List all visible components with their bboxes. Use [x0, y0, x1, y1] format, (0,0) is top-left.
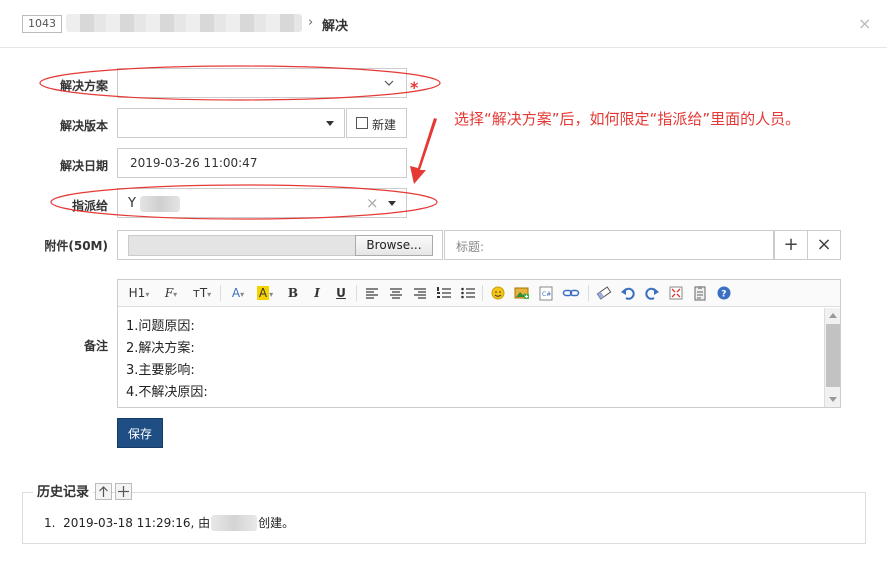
heading-button[interactable]: H1▾ [126, 284, 152, 302]
sort-up-button[interactable] [95, 483, 112, 500]
font-size-button[interactable]: тT▾ [190, 284, 214, 302]
bold-button[interactable]: B [286, 284, 300, 302]
assign-value: Y [128, 196, 136, 211]
ordered-list-icon[interactable] [436, 284, 452, 302]
align-center-icon[interactable] [388, 284, 404, 302]
build-label: 解决版本 [59, 119, 108, 133]
remove-attachment-button[interactable]: × [807, 230, 841, 260]
history-item-number: 1. [44, 516, 56, 530]
history-item-text: 2019-03-18 11:29:16, 由 [63, 516, 211, 530]
editor-line: 4.不解决原因: [126, 385, 208, 400]
editor-line: 1.问题原因: [126, 319, 195, 334]
editor-line: 3.主要影响: [126, 363, 195, 378]
dialog-title: 解决 [322, 19, 349, 34]
scroll-up-icon[interactable] [829, 313, 837, 318]
font-family-button[interactable]: F▾ [160, 284, 182, 302]
plus-icon [118, 486, 129, 497]
history-title: 历史记录 [33, 484, 94, 502]
assign-select[interactable]: Y × [117, 188, 407, 218]
caption-input[interactable]: 标题: [444, 230, 774, 260]
fullscreen-icon[interactable] [668, 284, 684, 302]
new-build-label: 新建 [372, 118, 397, 132]
paste-icon[interactable] [692, 284, 708, 302]
align-left-icon[interactable] [364, 284, 380, 302]
editor-content[interactable]: 1.问题原因: 2.解决方案: 3.主要影响: 4.不解决原因: [118, 308, 824, 407]
toolbar-divider [588, 285, 589, 301]
undo-icon[interactable] [620, 284, 636, 302]
svg-text:?: ? [721, 290, 726, 300]
date-label: 解决日期 [59, 159, 108, 173]
redo-icon[interactable] [644, 284, 660, 302]
editor-toolbar: H1▾ F▾ тT▾ A▾ A ▾ B I U C# ? [118, 280, 840, 307]
assign-label: 指派给 [71, 199, 108, 213]
resolution-select[interactable] [117, 68, 407, 98]
breadcrumb-separator: › [308, 15, 314, 30]
help-icon[interactable]: ? [716, 284, 732, 302]
svg-text:C#: C# [542, 291, 551, 298]
browse-button[interactable]: Browse... [355, 235, 433, 256]
clear-icon[interactable]: × [366, 194, 379, 212]
emoji-icon[interactable] [490, 284, 506, 302]
underline-button[interactable]: U [334, 284, 348, 302]
eraser-icon[interactable] [596, 284, 612, 302]
annotation-arrow [410, 118, 437, 184]
build-select[interactable] [117, 108, 345, 138]
date-input[interactable]: 2019-03-26 11:00:47 [117, 148, 407, 178]
remark-label: 备注 [83, 339, 108, 353]
scroll-down-icon[interactable] [829, 397, 837, 402]
date-value: 2019-03-26 11:00:47 [130, 156, 258, 170]
link-icon[interactable] [562, 284, 580, 302]
font-color-button[interactable]: A▾ [228, 284, 248, 302]
annotation-note: 选择“解决方案”后，如何限定“指派给”里面的人员。 [454, 110, 801, 128]
checkbox[interactable] [356, 117, 368, 129]
align-right-icon[interactable] [412, 284, 428, 302]
image-icon[interactable] [514, 284, 530, 302]
toolbar-divider [356, 285, 357, 301]
save-button[interactable]: 保存 [117, 418, 163, 448]
editor-line: 2.解决方案: [126, 341, 195, 356]
blurred-issue-title [66, 14, 302, 32]
chevron-down-icon [384, 80, 394, 86]
file-input[interactable]: Browse... [117, 230, 443, 260]
caret-down-icon [326, 121, 334, 126]
arrow-up-icon [99, 486, 108, 497]
scroll-thumb[interactable] [826, 324, 840, 387]
history-item-suffix: 创建。 [258, 516, 295, 530]
file-name-field [128, 235, 356, 256]
blurred-assignee-name [140, 196, 180, 212]
code-icon[interactable]: C# [538, 284, 554, 302]
italic-button[interactable]: I [310, 284, 324, 302]
caret-down-icon [388, 201, 396, 206]
expand-all-button[interactable] [115, 483, 132, 500]
required-mark: * [410, 78, 419, 97]
resolution-label: 解决方案 [59, 79, 108, 93]
history-item: 1. 2019-03-18 11:29:16, 由 创建。 [44, 514, 294, 531]
add-attachment-button[interactable]: + [774, 230, 808, 260]
close-icon[interactable]: × [858, 14, 871, 33]
caption-placeholder: 标题: [456, 240, 485, 254]
attachment-label: 附件(50M) [44, 239, 108, 253]
rich-text-editor[interactable]: H1▾ F▾ тT▾ A▾ A ▾ B I U C# ? 1.问题原因: 2.解决… [117, 279, 841, 408]
background-color-button[interactable]: A ▾ [254, 284, 276, 302]
issue-id-badge: 1043 [22, 15, 62, 33]
new-build-toggle[interactable]: 新建 [346, 108, 407, 138]
toolbar-divider [482, 285, 483, 301]
blurred-user-name [211, 515, 258, 531]
toolbar-divider [220, 285, 221, 301]
unordered-list-icon[interactable] [460, 284, 476, 302]
editor-scrollbar[interactable] [824, 308, 840, 407]
